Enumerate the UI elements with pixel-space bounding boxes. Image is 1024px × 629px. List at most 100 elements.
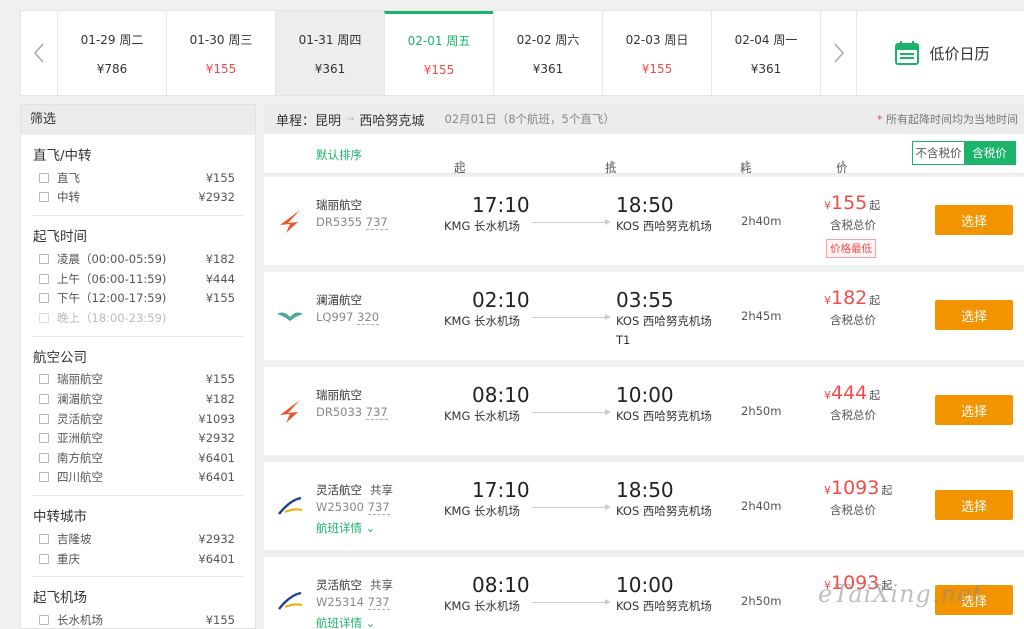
select-button[interactable]: 选择 <box>935 395 1013 425</box>
filter-group-title: 中转城市 <box>33 509 87 526</box>
filter-option[interactable]: 吉隆坡 ¥2932 <box>33 529 243 549</box>
date-cell-5[interactable]: 02-03 周日 ¥155 <box>602 11 711 95</box>
sort-bar: 默认排序 起飞时间⬆ 抵达时间⬆ 耗时⬆ 价格⬆ 不含税价 含税价 <box>264 134 1024 223</box>
price-value: 155 <box>831 192 868 214</box>
calendar-icon <box>895 41 920 65</box>
filter-option[interactable]: 重庆 ¥6401 <box>33 549 243 569</box>
duration: 2h50m <box>741 404 782 418</box>
price-value: 1093 <box>831 477 880 499</box>
plane-type[interactable]: 737 <box>367 500 390 515</box>
tax-included-option[interactable]: 含税价 <box>964 142 1015 164</box>
tax-note: 含税总价 <box>830 218 876 232</box>
checkbox[interactable] <box>39 615 49 626</box>
route-line <box>532 504 611 510</box>
filter-option[interactable]: 下午（12:00-17:59) ¥155 <box>33 288 243 308</box>
price: ¥155 起 <box>824 192 880 214</box>
checkbox[interactable] <box>39 253 49 264</box>
date-cell-1[interactable]: 01-30 周三 ¥155 <box>166 11 275 95</box>
option-price: ¥182 <box>205 251 235 266</box>
flight-row: 瑞丽航空 DR5033 737 08:10 KMG 长水机场 10:00 KOS… <box>264 367 1024 455</box>
date-price: ¥786 <box>96 61 128 76</box>
next-dates-button[interactable] <box>820 11 856 95</box>
filter-option[interactable]: 中转 ¥2932 <box>33 188 243 208</box>
checkbox <box>39 312 49 323</box>
checkbox[interactable] <box>39 172 49 183</box>
option-name: 下午（12:00-17:59) <box>57 291 167 306</box>
route-line <box>532 599 611 605</box>
note-star: * <box>877 113 883 126</box>
depart-time: 08:10 <box>472 573 530 597</box>
arrive-time: 10:00 <box>616 573 674 597</box>
select-button[interactable]: 选择 <box>935 205 1013 235</box>
arrive-time: 03:55 <box>616 288 674 312</box>
filter-option[interactable]: 南方航空 ¥6401 <box>33 448 243 468</box>
duration: 2h50m <box>741 594 782 608</box>
route-arrow: → <box>346 113 355 125</box>
filter-option[interactable]: 瑞丽航空 ¥155 <box>33 370 243 390</box>
plane-type[interactable]: 737 <box>367 595 390 610</box>
flight-row: 澜湄航空 LQ997 320 02:10 KMG 长水机场 03:55 KOS … <box>264 272 1024 360</box>
filter-option[interactable]: 灵活航空 ¥1093 <box>33 409 243 429</box>
linghuo-logo-icon <box>278 496 303 515</box>
checkbox[interactable] <box>39 533 49 544</box>
date-cell-4[interactable]: 02-02 周六 ¥361 <box>493 11 602 95</box>
checkbox[interactable] <box>39 273 49 284</box>
date-label: 01-31 周四 <box>298 32 362 47</box>
airline-label: 澜湄航空 <box>316 293 362 307</box>
ruili-logo-icon <box>280 400 300 423</box>
date-cell-2[interactable]: 01-31 周四 ¥361 <box>275 11 384 95</box>
select-button[interactable]: 选择 <box>935 490 1013 520</box>
plane-type[interactable]: 320 <box>357 310 380 325</box>
flight-detail-link[interactable]: 航班详情 ⌄ <box>316 520 375 536</box>
filter-option[interactable]: 凌晨（00:00-05:59) ¥182 <box>33 249 243 269</box>
select-button[interactable]: 选择 <box>935 300 1013 330</box>
flight-detail-link[interactable]: 航班详情 ⌄ <box>316 615 375 629</box>
date-label: 01-30 周三 <box>189 32 253 47</box>
detail-label: 航班详情 <box>316 521 362 535</box>
sort-arrow-icon: ⬆ <box>608 160 616 170</box>
filter-option[interactable]: 直飞 ¥155 <box>33 168 243 188</box>
sort-default[interactable]: 默认排序 <box>316 147 362 163</box>
low-price-calendar-button[interactable]: 低价日历 <box>856 11 1024 95</box>
filter-option[interactable]: 四川航空 ¥6401 <box>33 468 243 488</box>
depart-time: 02:10 <box>472 288 530 312</box>
date-cell-6[interactable]: 02-04 周一 ¥361 <box>711 11 820 95</box>
checkbox[interactable] <box>39 192 49 203</box>
tax-excluded-option[interactable]: 不含税价 <box>913 142 964 164</box>
yen-sign: ¥ <box>824 199 831 212</box>
flight-no: DR5033 <box>316 405 363 419</box>
filter-option[interactable]: 亚洲航空 ¥2932 <box>33 428 243 448</box>
tax-note: 含税总价 <box>830 408 876 422</box>
filter-title: 筛选 <box>21 105 255 135</box>
date-label: 02-01 周五 <box>407 34 471 48</box>
checkbox[interactable] <box>39 452 49 463</box>
checkbox[interactable] <box>39 413 49 424</box>
filter-option[interactable]: 澜湄航空 ¥182 <box>33 389 243 409</box>
sort-arrow-icon: ⬆ <box>839 160 847 170</box>
prev-dates-button[interactable] <box>21 11 57 95</box>
filter-option[interactable]: 上午（06:00-11:59) ¥444 <box>33 269 243 289</box>
yen-sign: ¥ <box>824 294 831 307</box>
filter-option[interactable]: 长水机场 ¥155 <box>33 610 243 628</box>
checkbox[interactable] <box>39 433 49 444</box>
detail-label: 航班详情 <box>316 616 362 629</box>
option-name: 灵活航空 <box>57 411 103 426</box>
checkbox[interactable] <box>39 553 49 564</box>
arrive-time: 18:50 <box>616 193 674 217</box>
plane-type[interactable]: 737 <box>365 405 388 420</box>
date-cell-3-active[interactable]: 02-01 周五 ¥155 <box>384 11 493 95</box>
checkbox[interactable] <box>39 374 49 385</box>
checkbox[interactable] <box>39 472 49 483</box>
filter-group-title: 起飞机场 <box>33 590 87 607</box>
linghuo-logo-icon <box>278 591 303 610</box>
option-name: 澜湄航空 <box>57 391 103 406</box>
checkbox[interactable] <box>39 393 49 404</box>
arrive-airport: KOS 西哈努克机场 <box>616 219 712 233</box>
date-cell-0[interactable]: 01-29 周二 ¥786 <box>57 11 166 95</box>
plane-type[interactable]: 737 <box>365 215 388 230</box>
price-from: 起 <box>869 294 881 307</box>
codeshare-tag: 共享 <box>370 483 393 497</box>
flight-row: 灵活航空 共享 W25300 737 航班详情 ⌄ 17:10 KMG 长水机场 … <box>264 462 1024 550</box>
checkbox[interactable] <box>39 293 49 304</box>
date-price: ¥361 <box>314 61 346 76</box>
